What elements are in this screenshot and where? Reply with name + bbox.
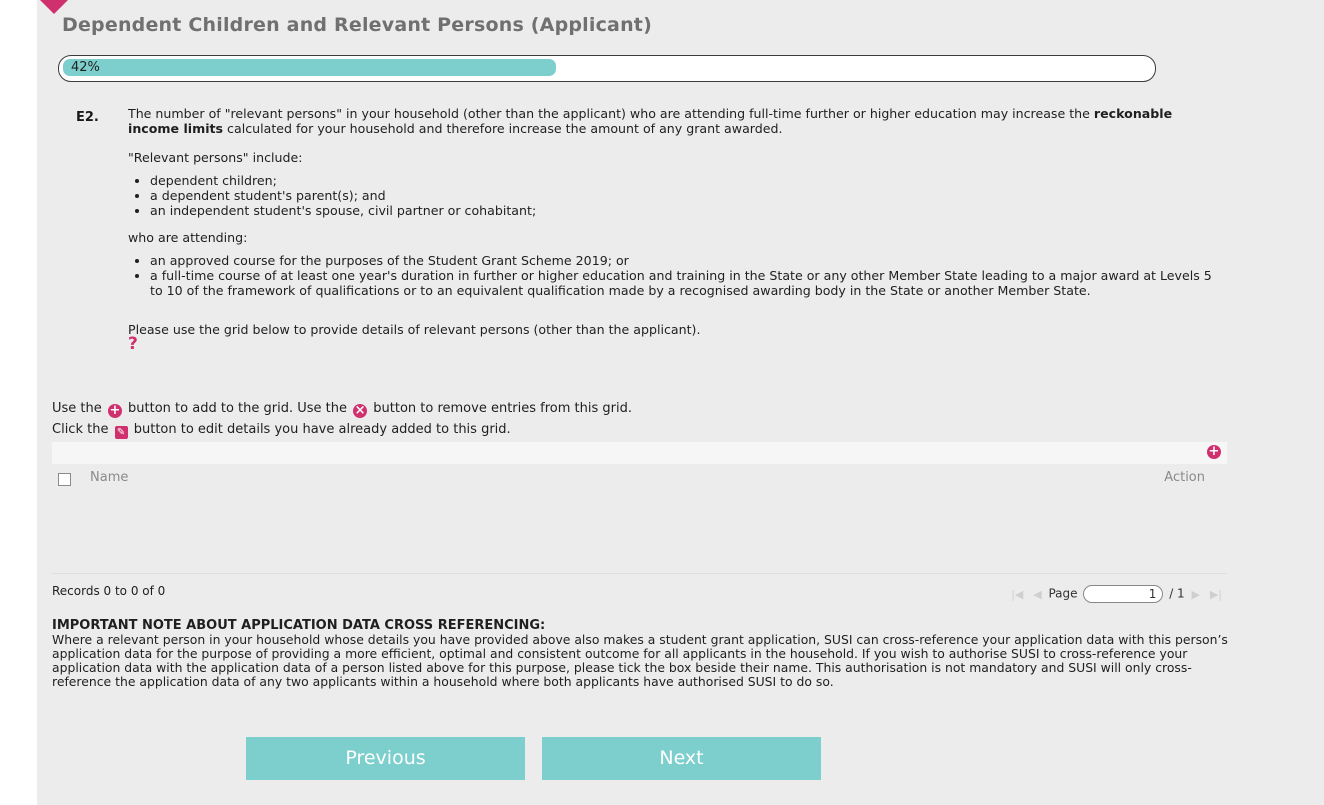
page-total: / 1 [1169, 586, 1185, 601]
select-all-checkbox[interactable] [58, 473, 71, 486]
relevant-persons-list: dependent children; a dependent student'… [128, 173, 1228, 218]
list-item: an independent student's spouse, civil p… [150, 203, 1228, 218]
question-number: E2. [76, 110, 99, 125]
next-page-icon[interactable]: ▶ [1192, 588, 1200, 601]
list-item: an approved course for the purposes of t… [150, 253, 1228, 268]
progress-label: 42% [71, 60, 100, 75]
page-label: Page [1048, 586, 1078, 601]
records-count: Records 0 to 0 of 0 [52, 584, 166, 598]
grid-body [52, 490, 1227, 572]
question-content: The number of "relevant persons" in your… [128, 106, 1228, 353]
previous-button[interactable]: Previous [246, 737, 525, 780]
page-number-input[interactable]: 1 [1083, 585, 1164, 603]
grid-toolbar: + [52, 442, 1227, 464]
corner-arrow-icon [40, 0, 68, 14]
grid-instructions-line-2: Click the ✎ button to edit details you h… [52, 422, 511, 439]
instruction-text: Click the [52, 422, 109, 437]
page-title: Dependent Children and Relevant Persons … [62, 14, 652, 36]
grid-instruction: Please use the grid below to provide det… [128, 322, 701, 337]
first-page-icon[interactable]: |◀ [1011, 588, 1023, 601]
relevant-persons-intro: "Relevant persons" include: [128, 150, 303, 165]
next-button[interactable]: Next [542, 737, 821, 780]
progress-fill [63, 59, 557, 76]
x-circle-icon: × [353, 403, 368, 418]
grid-header: Name Action [52, 466, 1227, 490]
edit-icon: ✎ [114, 426, 128, 439]
attending-list: an approved course for the purposes of t… [128, 253, 1228, 298]
paragraph-text: The number of "relevant persons" in your… [128, 106, 1094, 121]
plus-circle-icon: + [107, 403, 122, 418]
grid-instructions-line-1: Use the + button to add to the grid. Use… [52, 401, 632, 418]
instruction-text: button to edit details you have already … [133, 422, 511, 437]
attending-intro: who are attending: [128, 230, 248, 245]
paragraph-text-end: calculated for your household and theref… [223, 121, 783, 136]
instruction-text: Use the [52, 401, 102, 416]
grid-footer: Records 0 to 0 of 0 |◀ ◀ Page 1 / 1 ▶ ▶| [52, 573, 1227, 604]
add-row-button[interactable]: + [1207, 445, 1221, 459]
instruction-text: button to remove entries from this grid. [373, 401, 632, 416]
question-paragraph: The number of "relevant persons" in your… [128, 106, 1218, 136]
note-body: Where a relevant person in your househol… [52, 632, 1228, 689]
list-item: a dependent student's parent(s); and [150, 188, 1228, 203]
cross-referencing-note: IMPORTANT NOTE ABOUT APPLICATION DATA CR… [52, 619, 1232, 689]
note-title: IMPORTANT NOTE ABOUT APPLICATION DATA CR… [52, 618, 546, 633]
pager: |◀ ◀ Page 1 / 1 ▶ ▶| [1008, 585, 1225, 603]
help-icon[interactable]: ? [128, 336, 142, 353]
instruction-text: button to add to the grid. Use the [128, 401, 347, 416]
column-header-name[interactable]: Name [90, 470, 128, 485]
prev-page-icon[interactable]: ◀ [1033, 588, 1041, 601]
list-item: a full-time course of at least one year'… [150, 268, 1228, 298]
list-item: dependent children; [150, 173, 1228, 188]
progress-bar: 42% [58, 55, 1156, 82]
last-page-icon[interactable]: ▶| [1210, 588, 1222, 601]
column-header-action: Action [1164, 470, 1205, 485]
